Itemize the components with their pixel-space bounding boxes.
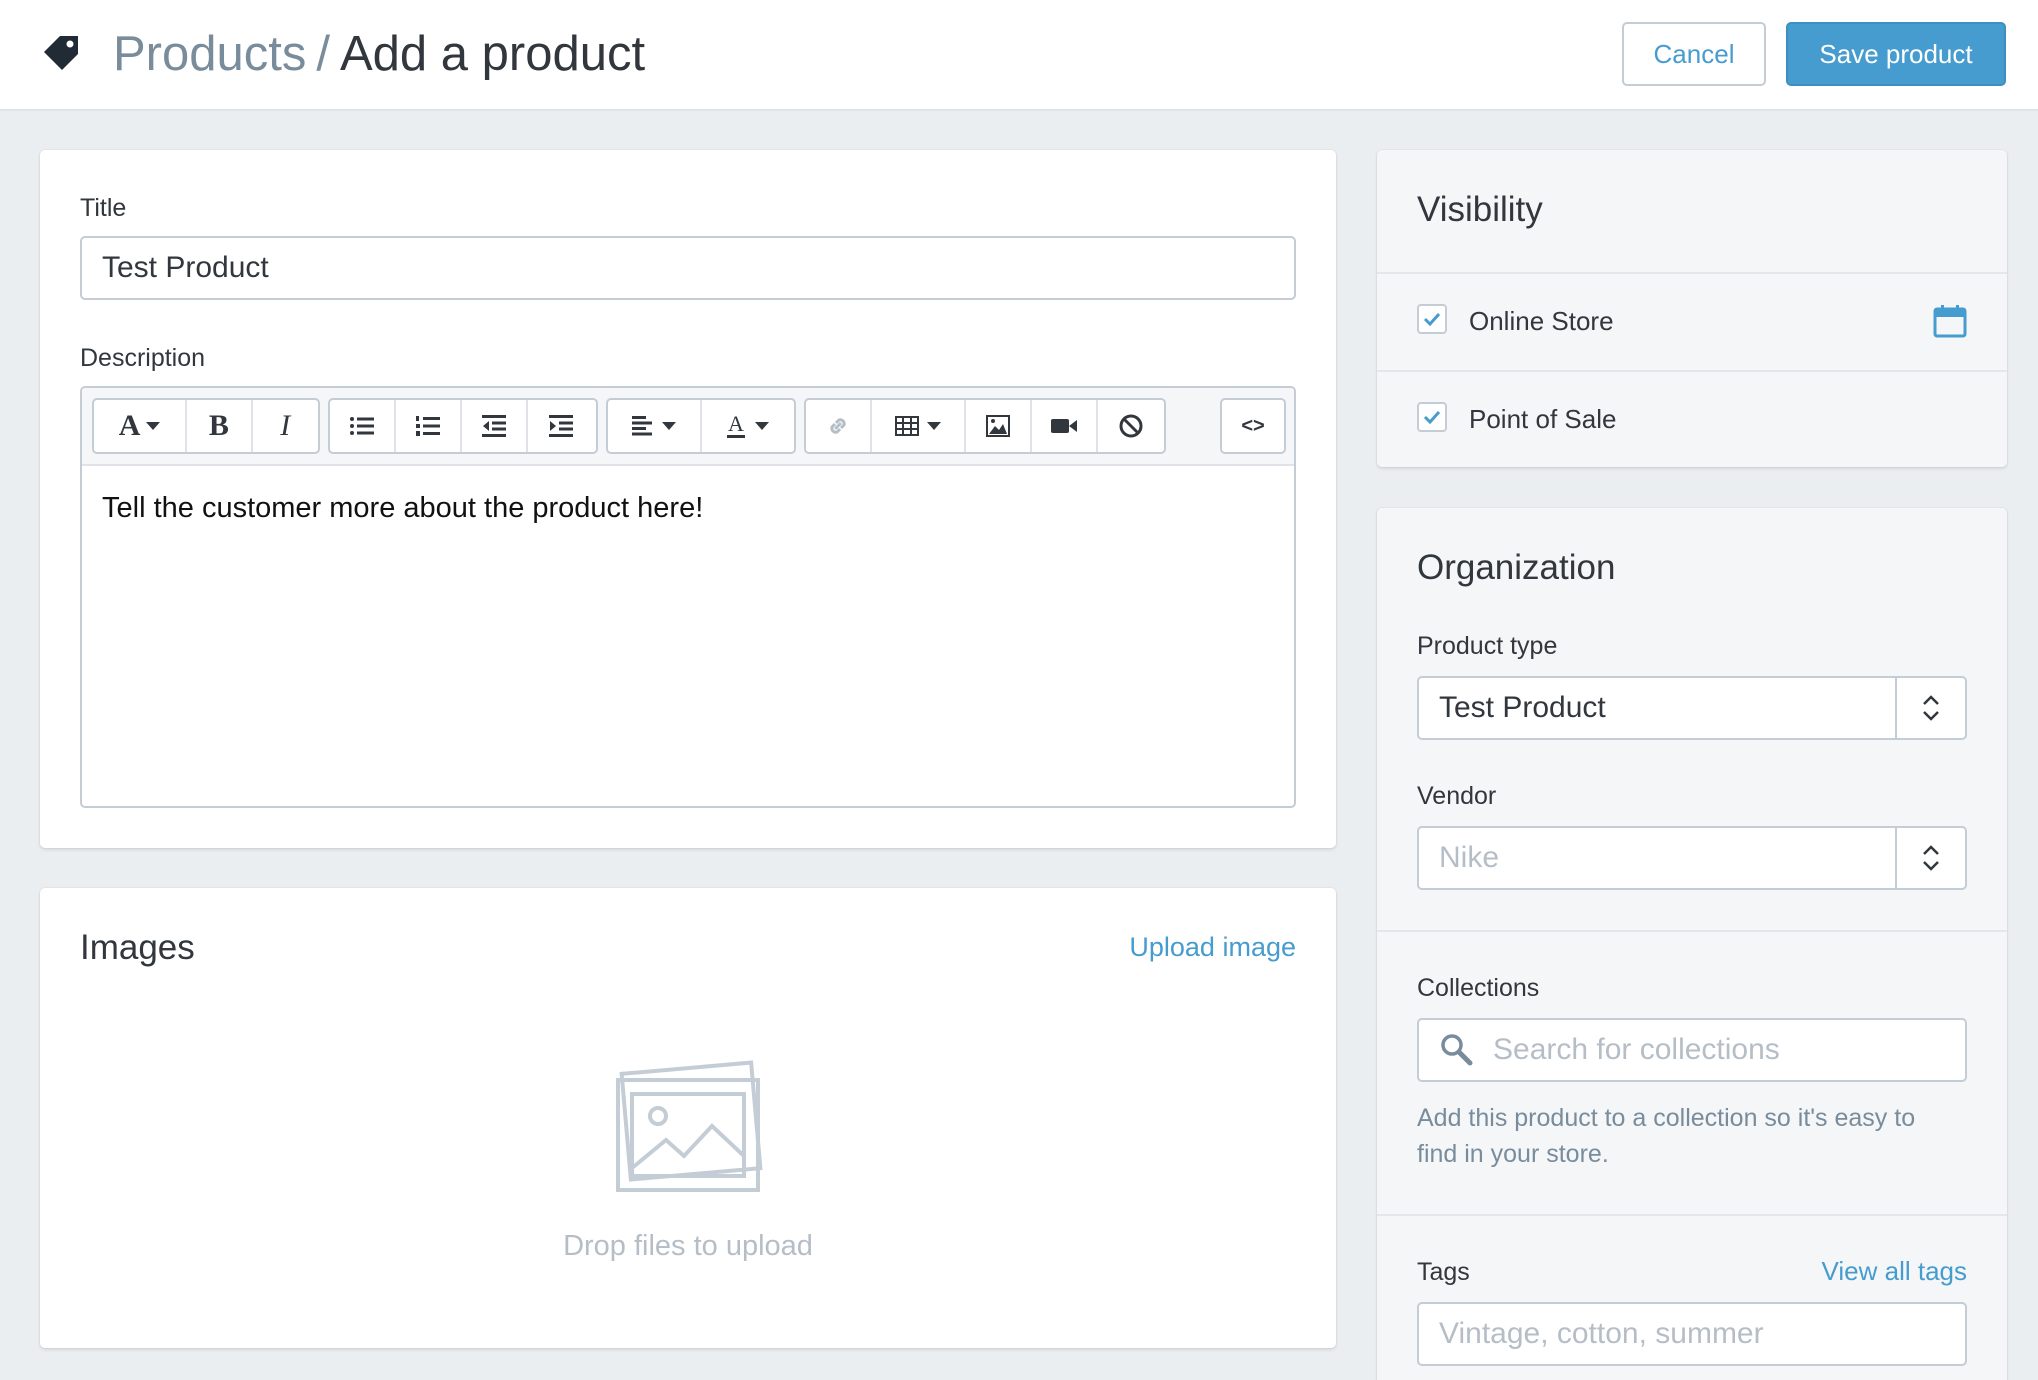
divider: [1377, 930, 2007, 932]
insert-group: [804, 398, 1166, 454]
clear-formatting-button[interactable]: [1098, 400, 1164, 452]
html-group: <>: [1220, 398, 1286, 454]
checkmark-icon: [1423, 312, 1441, 326]
chevron-down-icon: [927, 422, 941, 430]
indent-icon: [549, 415, 573, 437]
align-dropdown-button[interactable]: [608, 400, 702, 452]
title-input[interactable]: Test Product: [80, 236, 1296, 300]
product-type-value: Test Product: [1439, 691, 1606, 724]
divider: [1377, 1214, 2007, 1216]
divider: [1377, 370, 2007, 372]
vendor-placeholder: Nike: [1439, 841, 1500, 874]
breadcrumb: Products / Add a product: [113, 24, 645, 84]
font-icon: A: [118, 409, 141, 442]
description-text-area[interactable]: Tell the customer more about the product…: [102, 492, 703, 525]
breadcrumb-products-link[interactable]: Products: [113, 27, 306, 81]
collections-label: Collections: [1417, 974, 1540, 1002]
visibility-card: Visibility Online Store Point of Sale: [1377, 150, 2007, 467]
top-bar: Products / Add a product Cancel Save produ…: [0, 0, 2038, 111]
tags-placeholder: Vintage, cotton, summer: [1439, 1317, 1764, 1350]
indent-button[interactable]: [528, 400, 594, 452]
link-button[interactable]: [806, 400, 872, 452]
insert-video-button[interactable]: [1032, 400, 1098, 452]
save-product-button[interactable]: Save product: [1786, 22, 2006, 86]
product-type-select[interactable]: Test Product: [1417, 676, 1967, 740]
table-dropdown-button[interactable]: [872, 400, 966, 452]
breadcrumb-separator: /: [316, 27, 330, 81]
html-source-icon: <>: [1241, 414, 1265, 437]
product-details-card: Title Test Product Description A B I A <…: [40, 150, 1336, 848]
divider: [1377, 272, 2007, 274]
images-card: Images Upload image Drop files to upload: [40, 888, 1336, 1348]
vendor-label: Vendor: [1417, 782, 1497, 810]
editor-toolbar: A B I A <>: [82, 388, 1294, 466]
bulleted-list-button[interactable]: [330, 400, 396, 452]
image-icon: [986, 415, 1010, 437]
collections-search-input[interactable]: Search for collections: [1417, 1018, 1967, 1082]
tags-input[interactable]: Vintage, cotton, summer: [1417, 1302, 1967, 1366]
view-all-tags-link[interactable]: View all tags: [1822, 1256, 1968, 1287]
online-store-label: Online Store: [1469, 306, 1614, 336]
bold-button[interactable]: B: [187, 400, 253, 452]
chevron-down-icon: [755, 422, 769, 430]
description-label: Description: [80, 344, 206, 372]
collections-placeholder: Search for collections: [1493, 1033, 1780, 1066]
drop-files-text: Drop files to upload: [563, 1230, 813, 1262]
calendar-icon[interactable]: [1933, 304, 1967, 338]
bulleted-list-icon: [350, 417, 374, 435]
chevron-down-icon: [146, 422, 161, 430]
page-title: Add a product: [340, 27, 646, 81]
align-color-group: A: [606, 398, 796, 454]
select-arrows-icon: [1895, 828, 1965, 888]
clear-formatting-icon: [1119, 414, 1143, 438]
cancel-button[interactable]: Cancel: [1622, 22, 1766, 86]
html-source-button[interactable]: <>: [1222, 400, 1284, 452]
outdent-button[interactable]: [462, 400, 528, 452]
point-of-sale-label: Point of Sale: [1469, 404, 1617, 434]
align-left-icon: [632, 416, 652, 436]
table-icon: [895, 416, 919, 436]
select-arrows-icon: [1895, 678, 1965, 738]
video-icon: [1051, 419, 1077, 433]
search-icon: [1441, 1034, 1473, 1066]
text-style-group: A B I: [92, 398, 320, 454]
checkmark-icon: [1423, 410, 1441, 424]
link-icon: [830, 418, 846, 434]
image-placeholder-icon: [616, 1060, 763, 1192]
product-type-label: Product type: [1417, 632, 1558, 660]
description-editor: A B I A <> Tell the customer more about …: [80, 386, 1296, 808]
collections-help-text: Add this product to a collection so it's…: [1417, 1104, 1916, 1168]
italic-icon: I: [280, 409, 291, 442]
chevron-down-icon: [662, 422, 676, 430]
online-store-checkbox[interactable]: [1417, 304, 1447, 334]
images-title: Images: [80, 928, 195, 967]
organization-card: Organization Product type Test Product V…: [1377, 508, 2007, 1380]
list-indent-group: [328, 398, 598, 454]
text-color-icon: A: [727, 411, 745, 438]
text-color-dropdown-button[interactable]: A: [702, 400, 794, 452]
numbered-list-icon: [416, 416, 440, 436]
tags-label: Tags: [1417, 1258, 1470, 1286]
point-of-sale-checkbox[interactable]: [1417, 402, 1447, 432]
tag-icon: [44, 36, 78, 70]
organization-title: Organization: [1417, 548, 1616, 587]
upload-image-link[interactable]: Upload image: [1129, 932, 1296, 963]
title-label: Title: [80, 194, 127, 222]
numbered-list-button[interactable]: [396, 400, 462, 452]
outdent-icon: [482, 415, 506, 437]
font-dropdown-button[interactable]: A: [94, 400, 188, 452]
italic-button[interactable]: I: [253, 400, 318, 452]
vendor-select[interactable]: Nike: [1417, 826, 1967, 890]
insert-image-button[interactable]: [966, 400, 1032, 452]
bold-icon: B: [208, 409, 229, 442]
visibility-title: Visibility: [1417, 190, 1543, 229]
